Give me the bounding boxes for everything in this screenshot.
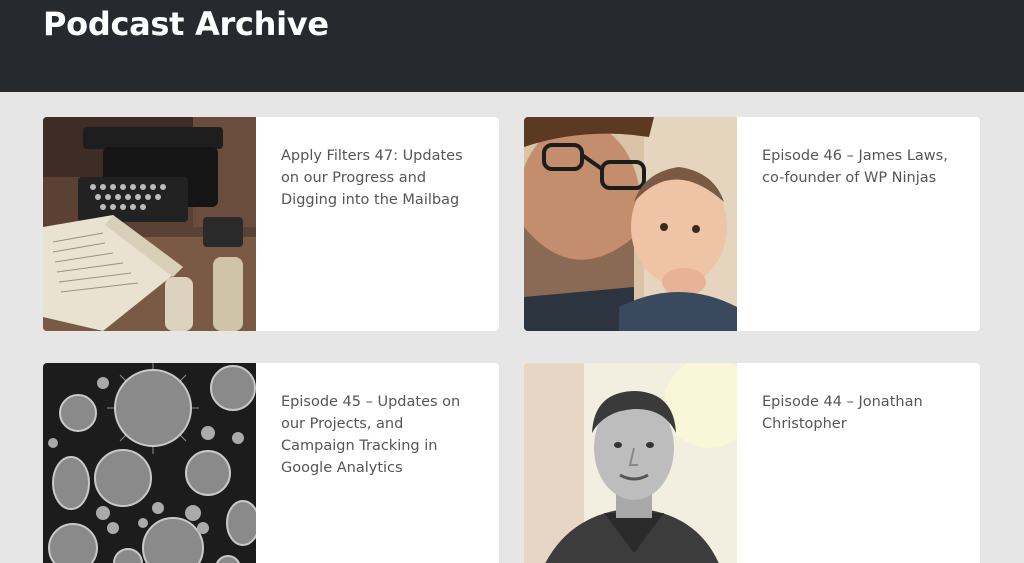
episode-card[interactable]: Episode 44 – Jonathan Christopher — [524, 363, 980, 563]
episode-card[interactable]: Apply Filters 47: Updates on our Progres… — [43, 117, 499, 331]
typewriter-image — [43, 117, 256, 331]
podcast-grid: Apply Filters 47: Updates on our Progres… — [0, 92, 1024, 563]
episode-thumbnail[interactable] — [43, 117, 256, 331]
episode-title[interactable]: Episode 45 – Updates on our Projects, an… — [256, 363, 499, 563]
episode-thumbnail[interactable] — [524, 117, 737, 331]
episode-title[interactable]: Episode 44 – Jonathan Christopher — [737, 363, 980, 563]
episode-card[interactable]: Episode 45 – Updates on our Projects, an… — [43, 363, 499, 563]
pollen-image — [43, 363, 256, 563]
episode-title[interactable]: Apply Filters 47: Updates on our Progres… — [256, 117, 499, 331]
site-header: Podcast Archive — [0, 0, 1024, 92]
episode-thumbnail[interactable] — [524, 363, 737, 563]
episode-card[interactable]: Episode 46 – James Laws, co-founder of W… — [524, 117, 980, 331]
episode-thumbnail[interactable] — [43, 363, 256, 563]
episode-title[interactable]: Episode 46 – James Laws, co-founder of W… — [737, 117, 980, 331]
man-portrait-image — [524, 363, 737, 563]
man-with-baby-image — [524, 117, 737, 331]
page-title: Podcast Archive — [43, 5, 329, 43]
